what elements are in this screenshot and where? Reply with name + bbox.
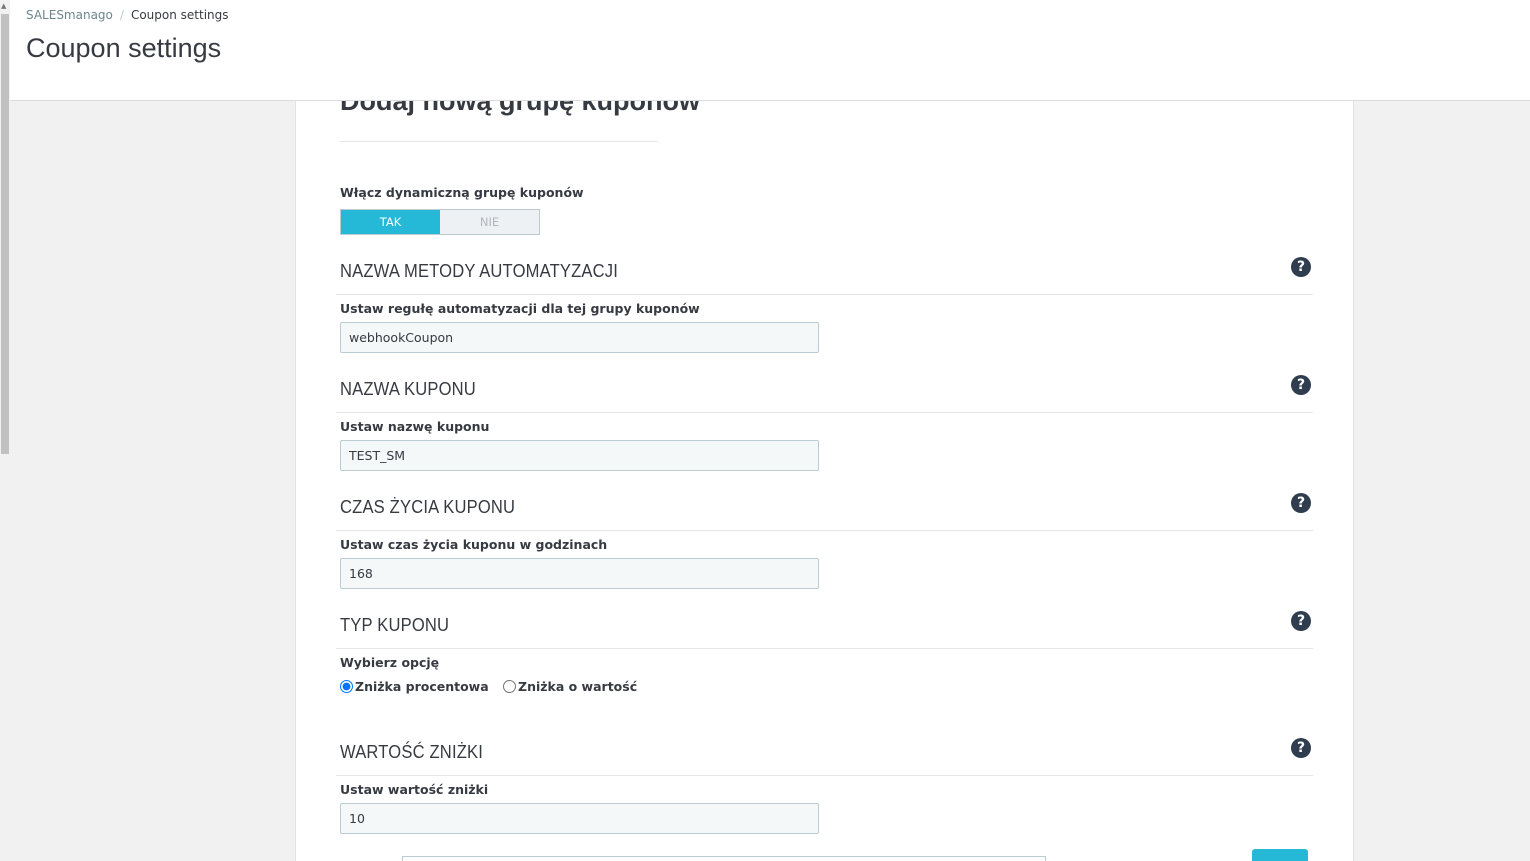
automation-field-label: Ustaw regułę automatyzacji dla tej grupy…: [340, 301, 700, 316]
radio-option-percentage[interactable]: Zniżka procentowa: [340, 679, 489, 694]
section-title-automation: NAZWA METODY AUTOMATYZACJI: [340, 261, 619, 281]
radio-percentage-input[interactable]: [340, 680, 353, 693]
lifetime-field-label: Ustaw czas życia kuponu w godzinach: [340, 537, 608, 552]
section-title-coupon-type: TYP KUPONU: [340, 615, 450, 635]
dynamic-group-label: Włącz dynamiczną grupę kuponów: [340, 185, 584, 200]
help-icon[interactable]: ?: [1291, 493, 1311, 513]
radio-option-fixed-amount[interactable]: Zniżka o wartość: [503, 679, 637, 694]
page-header: SALESmanago / Coupon settings Coupon setti…: [10, 0, 1530, 101]
scroll-up-arrow-icon[interactable]: ▲: [1, 2, 6, 10]
dynamic-group-switch[interactable]: TAK NIE: [340, 209, 540, 235]
section-title-lifetime: CZAS ŻYCIA KUPONU: [340, 497, 516, 517]
breadcrumb: SALESmanago / Coupon settings: [26, 8, 229, 22]
cut-off-input[interactable]: [402, 856, 1046, 861]
coupon-lifetime-input[interactable]: [340, 558, 819, 589]
heading-divider: [340, 141, 658, 142]
section-title-discount-value: WARTOŚĆ ZNIŻKI: [340, 742, 484, 762]
switch-option-nie[interactable]: NIE: [440, 210, 539, 234]
coupon-name-field-label: Ustaw nazwę kuponu: [340, 419, 490, 434]
automation-rule-input[interactable]: [340, 322, 819, 353]
help-icon[interactable]: ?: [1291, 738, 1311, 758]
breadcrumb-separator: /: [119, 8, 124, 22]
section-title-coupon-name: NAZWA KUPONU: [340, 379, 476, 399]
help-icon[interactable]: ?: [1291, 257, 1311, 277]
switch-option-tak[interactable]: TAK: [341, 210, 440, 234]
coupon-name-input[interactable]: [340, 440, 819, 471]
section-divider: [336, 648, 1313, 649]
help-icon[interactable]: ?: [1291, 611, 1311, 631]
section-divider: [336, 530, 1313, 531]
scrollbar-thumb[interactable]: [1, 14, 9, 454]
discount-value-input[interactable]: [340, 803, 819, 834]
section-divider: [336, 294, 1313, 295]
coupon-type-field-label: Wybierz opcję: [340, 655, 440, 670]
radio-fixed-amount-input[interactable]: [503, 680, 516, 693]
left-scrollbar[interactable]: ▲: [0, 0, 10, 861]
help-icon[interactable]: ?: [1291, 375, 1311, 395]
page-title: Coupon settings: [26, 33, 222, 63]
breadcrumb-current: Coupon settings: [130, 8, 229, 22]
cut-off-button[interactable]: [1252, 849, 1308, 861]
section-divider: [336, 775, 1313, 776]
radio-fixed-amount-label: Zniżka o wartość: [518, 679, 638, 694]
section-divider: [336, 412, 1313, 413]
breadcrumb-parent-link[interactable]: SALESmanago: [26, 8, 113, 22]
discount-value-field-label: Ustaw wartość zniżki: [340, 782, 489, 797]
radio-percentage-label: Zniżka procentowa: [355, 679, 489, 694]
